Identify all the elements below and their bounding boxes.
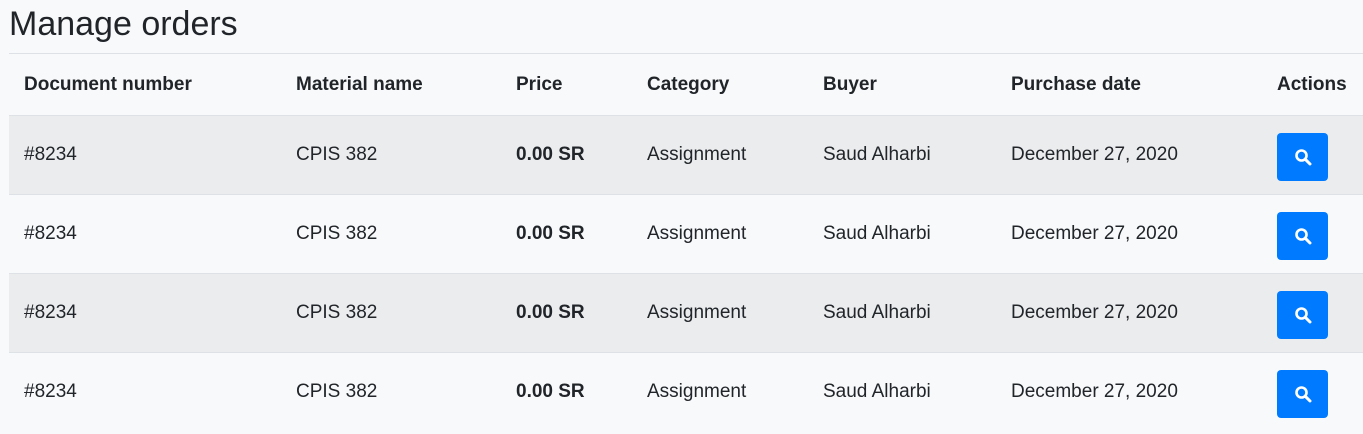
column-header-purchase-date[interactable]: Purchase date [996, 53, 1262, 116]
cell-price: 0.00 SR [501, 194, 632, 274]
manage-orders-page: Manage orders Document number Material n… [0, 0, 1363, 434]
table-body: #8234 CPIS 382 0.00 SR Assignment Saud A… [9, 115, 1363, 432]
cell-material-name: CPIS 382 [281, 194, 501, 274]
cell-purchase-date: December 27, 2020 [996, 273, 1262, 353]
cell-document-number: #8234 [9, 194, 281, 274]
cell-purchase-date: December 27, 2020 [996, 115, 1262, 195]
cell-actions [1262, 115, 1363, 195]
cell-actions [1262, 352, 1363, 432]
view-order-button[interactable] [1277, 369, 1328, 418]
table-row: #8234 CPIS 382 0.00 SR Assignment Saud A… [9, 273, 1363, 353]
cell-buyer: Saud Alharbi [808, 115, 996, 195]
column-header-document-number[interactable]: Document number [9, 53, 281, 116]
column-header-buyer[interactable]: Buyer [808, 53, 996, 116]
cell-material-name: CPIS 382 [281, 273, 501, 353]
cell-document-number: #8234 [9, 115, 281, 195]
column-header-actions: Actions [1262, 53, 1363, 116]
cell-category: Assignment [632, 194, 808, 274]
cell-document-number: #8234 [9, 273, 281, 353]
table-row: #8234 CPIS 382 0.00 SR Assignment Saud A… [9, 194, 1363, 274]
cell-buyer: Saud Alharbi [808, 352, 996, 432]
search-icon [1294, 306, 1311, 323]
column-header-material-name[interactable]: Material name [281, 53, 501, 116]
cell-document-number: #8234 [9, 352, 281, 432]
view-order-button[interactable] [1277, 211, 1328, 260]
cell-category: Assignment [632, 273, 808, 353]
search-icon [1294, 227, 1311, 244]
view-order-button[interactable] [1277, 290, 1328, 339]
table-row: #8234 CPIS 382 0.00 SR Assignment Saud A… [9, 352, 1363, 432]
cell-purchase-date: December 27, 2020 [996, 194, 1262, 274]
orders-table: Document number Material name Price Cate… [9, 53, 1363, 432]
cell-buyer: Saud Alharbi [808, 194, 996, 274]
view-order-button[interactable] [1277, 132, 1328, 181]
search-icon [1294, 148, 1311, 165]
cell-price: 0.00 SR [501, 352, 632, 432]
cell-actions [1262, 194, 1363, 274]
cell-price: 0.00 SR [501, 115, 632, 195]
page-title: Manage orders [9, 5, 238, 43]
table-header: Document number Material name Price Cate… [9, 53, 1363, 116]
cell-buyer: Saud Alharbi [808, 273, 996, 353]
table-row: #8234 CPIS 382 0.00 SR Assignment Saud A… [9, 115, 1363, 195]
cell-purchase-date: December 27, 2020 [996, 352, 1262, 432]
column-header-category[interactable]: Category [632, 53, 808, 116]
cell-material-name: CPIS 382 [281, 352, 501, 432]
search-icon [1294, 385, 1311, 403]
cell-category: Assignment [632, 115, 808, 195]
cell-category: Assignment [632, 352, 808, 432]
cell-material-name: CPIS 382 [281, 115, 501, 195]
header-row: Document number Material name Price Cate… [9, 53, 1363, 116]
cell-price: 0.00 SR [501, 273, 632, 353]
cell-actions [1262, 273, 1363, 353]
column-header-price[interactable]: Price [501, 53, 632, 116]
